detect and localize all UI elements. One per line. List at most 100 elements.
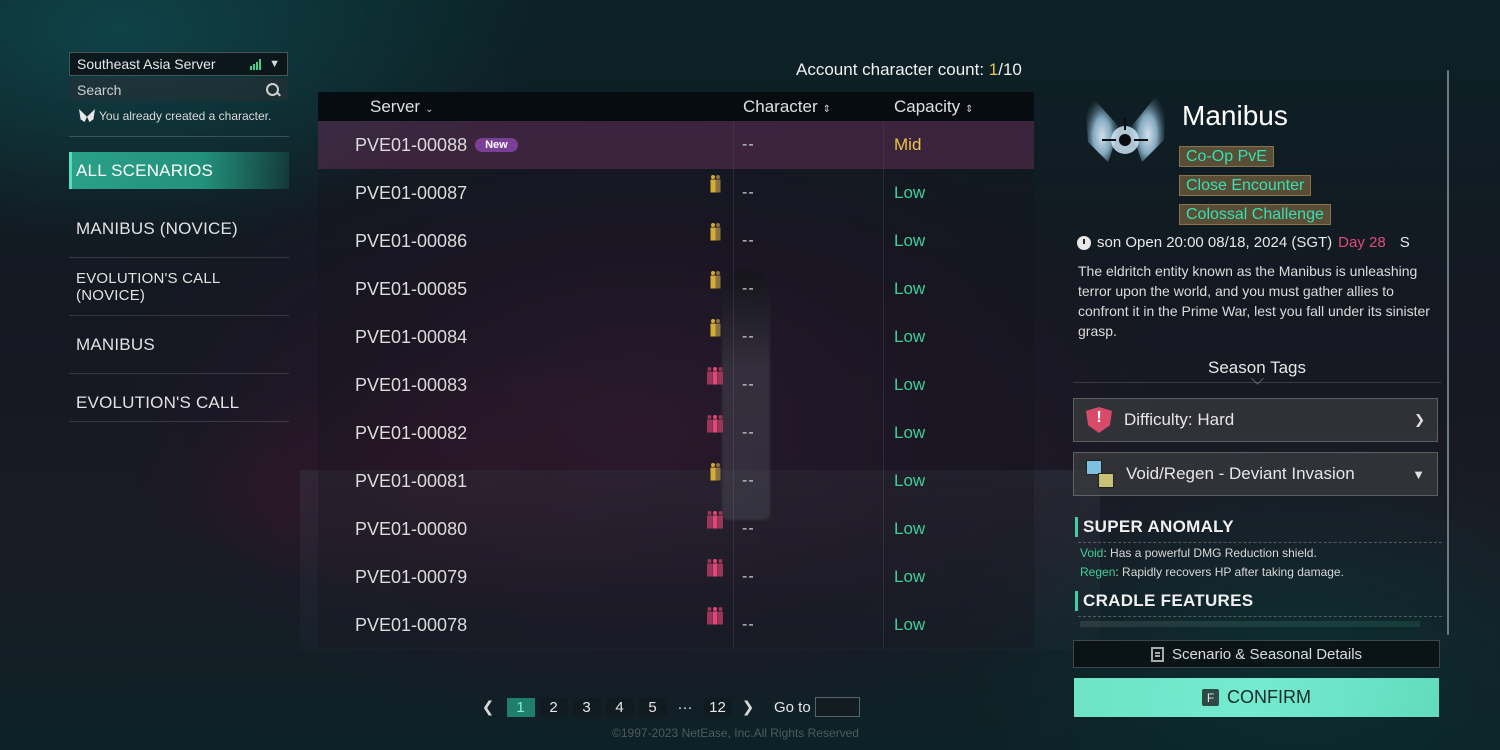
server-cell: PVE01-00081 [318, 462, 733, 492]
server-cell: PVE01-00084 [318, 318, 733, 348]
population-high-icon [707, 366, 723, 384]
scenario-manibus[interactable]: MANIBUS [69, 326, 289, 363]
scenario-evolutions-call[interactable]: EVOLUTION'S CALL [69, 384, 289, 421]
divider [69, 373, 289, 374]
server-row[interactable]: PVE01-00088 New -- Mid [318, 121, 1034, 169]
chevron-right-icon: ❯ [1414, 412, 1425, 427]
anomaly-key: Void [1080, 546, 1104, 560]
scenario-title: Manibus [1182, 100, 1288, 131]
next-page-icon[interactable]: ❯ [740, 698, 756, 716]
server-cell: PVE01-00086 [318, 222, 733, 252]
cradle-features-heading: CRADLE FEATURES [1075, 591, 1442, 617]
server-region-label: Southeast Asia Server [77, 56, 216, 72]
difficulty-label: Difficulty: Hard [1124, 410, 1235, 429]
manibus-emblem-icon [1084, 84, 1166, 162]
server-cell: PVE01-00082 [318, 414, 733, 444]
capacity-cell: Low [894, 567, 926, 586]
scenario-description: The eldritch entity known as the Manibus… [1078, 263, 1430, 339]
capacity-cell: Low [894, 471, 926, 490]
cradle-features-text-clipped [1080, 621, 1420, 627]
server-name: PVE01-00088 [355, 134, 468, 155]
server-row[interactable]: PVE01-00087 -- Low [318, 169, 1034, 217]
population-high-icon [707, 510, 723, 528]
population-medium-icon [710, 462, 721, 480]
character-cell: -- [742, 136, 755, 153]
character-cell: -- [742, 184, 755, 201]
anomaly-row[interactable]: Void/Regen - Deviant Invasion ▼ [1073, 452, 1438, 496]
chevron-down-icon: ▼ [269, 58, 280, 70]
anomaly-void: Void: Has a powerful DMG Reduction shiel… [1080, 546, 1317, 560]
divider [69, 315, 289, 316]
page-4-button[interactable]: 4 [605, 697, 634, 717]
scenario-all[interactable]: ALL SCENARIOS [69, 152, 289, 189]
scenario-tags: Co-Op PvE Close Encounter Colossal Chall… [1179, 146, 1331, 233]
page-1-button[interactable]: 1 [506, 697, 535, 717]
character-cell: -- [742, 472, 755, 489]
population-high-icon [707, 558, 723, 576]
server-name: PVE01-00085 [355, 278, 468, 299]
scenario-label: EVOLUTION'S CALL (NOVICE) [76, 269, 220, 304]
page-3-button[interactable]: 3 [572, 697, 601, 717]
server-row[interactable]: PVE01-00085 -- Low [318, 265, 1034, 313]
detail-scrollbar[interactable] [1447, 70, 1449, 635]
account-character-count: Account character count: 1/10 [796, 60, 1022, 80]
server-row[interactable]: PVE01-00082 -- Low [318, 409, 1034, 457]
server-row[interactable]: PVE01-00079 -- Low [318, 553, 1034, 601]
column-header-capacity[interactable]: Capacity ⇕ [883, 97, 1034, 117]
butterfly-icon [79, 109, 95, 123]
shield-warning-icon [1086, 407, 1112, 433]
scenario-label: EVOLUTION'S CALL [76, 392, 240, 412]
difficulty-row[interactable]: Difficulty: Hard ❯ [1073, 398, 1438, 442]
column-header-server[interactable]: Server ⌄ [318, 97, 733, 117]
server-name: PVE01-00080 [355, 518, 468, 539]
capacity-cell: Mid [894, 135, 922, 154]
character-cell: -- [742, 328, 755, 345]
search-icon[interactable] [266, 82, 280, 97]
page-5-button[interactable]: 5 [638, 697, 667, 717]
server-row[interactable]: PVE01-00084 -- Low [318, 313, 1034, 361]
confirm-button[interactable]: F CONFIRM [1074, 678, 1439, 717]
capacity-cell: Low [894, 183, 926, 202]
scenario-evolutions-call-novice[interactable]: EVOLUTION'S CALL (NOVICE) [69, 268, 289, 305]
anomaly-text: : Rapidly recovers HP after taking damag… [1115, 565, 1344, 579]
document-search-icon [1150, 646, 1164, 662]
scenario-manibus-novice[interactable]: MANIBUS (NOVICE) [69, 210, 289, 247]
character-cell: -- [742, 424, 755, 441]
server-row[interactable]: PVE01-00081 -- Low [318, 457, 1034, 505]
page-2-button[interactable]: 2 [539, 697, 568, 717]
server-row[interactable]: PVE01-00086 -- Low [318, 217, 1034, 265]
character-cell: -- [742, 520, 755, 537]
sort-icon: ⇕ [822, 103, 832, 115]
chevron-down-icon: ▼ [1412, 466, 1425, 482]
page-ellipsis: ··· [677, 698, 693, 716]
server-name: PVE01-00081 [355, 470, 468, 491]
divider [69, 136, 289, 137]
capacity-cell: Low [894, 423, 926, 442]
column-header-character[interactable]: Character ⇕ [733, 97, 883, 117]
page-last-button[interactable]: 12 [703, 697, 732, 717]
copyright: ©1997-2023 NetEase, Inc.All Rights Reser… [612, 726, 859, 740]
server-region-dropdown[interactable]: Southeast Asia Server ▼ [69, 52, 288, 76]
server-cell: PVE01-00088 New [318, 135, 733, 156]
character-created-note: You already created a character. [79, 109, 271, 123]
search-input[interactable] [77, 81, 266, 98]
anomaly-text: : Has a powerful DMG Reduction shield. [1103, 546, 1317, 560]
capacity-cell: Low [894, 327, 926, 346]
season-day: Day 28 [1338, 234, 1386, 251]
capacity-cell: Low [894, 279, 926, 298]
population-medium-icon [710, 270, 721, 288]
server-row[interactable]: PVE01-00078 -- Low [318, 601, 1034, 649]
character-cell: -- [742, 376, 755, 393]
goto-page-input[interactable] [814, 697, 860, 717]
prev-page-icon[interactable]: ❮ [480, 698, 496, 716]
server-table: Server ⌄ Character ⇕ Capacity ⇕ PVE01-00088… [318, 92, 1034, 648]
sort-down-icon: ⌄ [425, 103, 434, 115]
server-name: PVE01-00079 [355, 566, 468, 587]
new-badge: New [475, 138, 518, 152]
server-name: PVE01-00078 [355, 614, 468, 635]
capacity-cell: Low [894, 375, 926, 394]
server-row[interactable]: PVE01-00083 -- Low [318, 361, 1034, 409]
scenario-details-button[interactable]: Scenario & Seasonal Details [1073, 640, 1440, 668]
server-row[interactable]: PVE01-00080 -- Low [318, 505, 1034, 553]
scenario-label: MANIBUS [76, 334, 155, 354]
